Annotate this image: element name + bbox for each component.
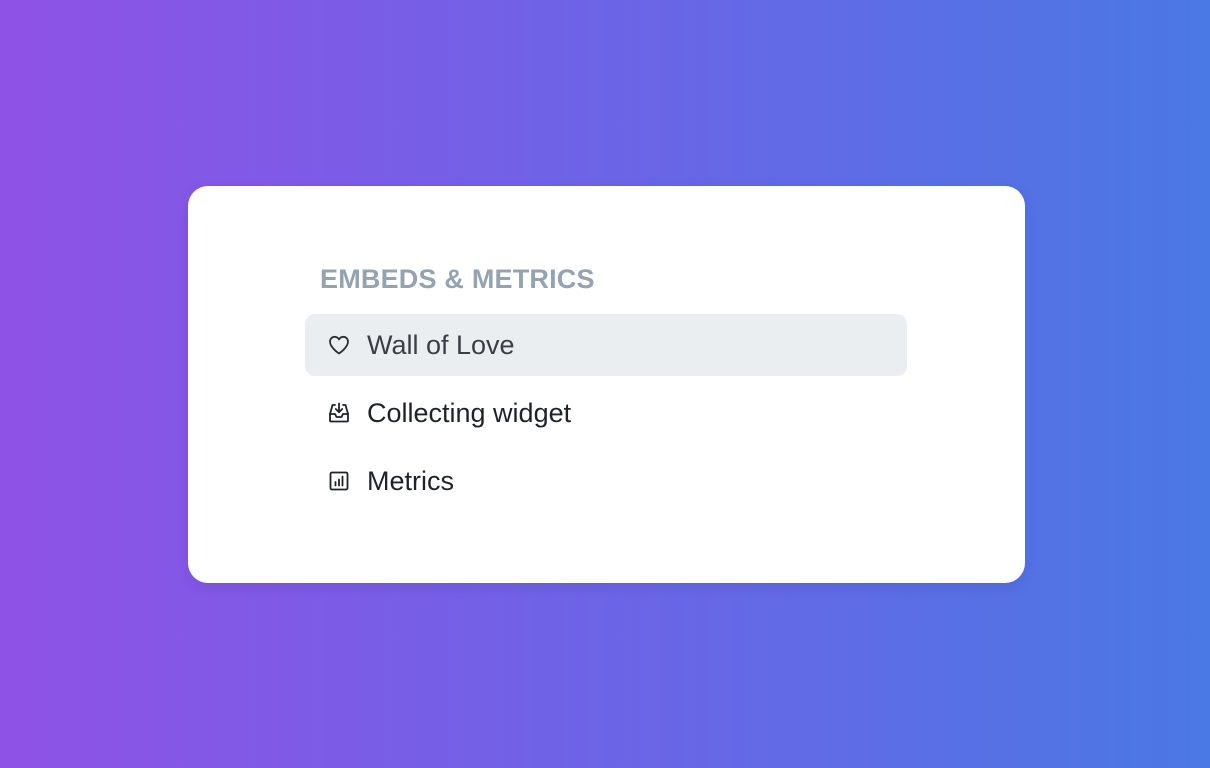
menu-item-label: Collecting widget <box>367 397 572 428</box>
section-title: EMBEDS & METRICS <box>320 264 595 294</box>
embeds-metrics-card: EMBEDS & METRICS Wall of Love Collecting… <box>188 186 1025 583</box>
heart-icon <box>327 333 351 357</box>
menu-item-label: Metrics <box>367 465 454 496</box>
menu-item-metrics[interactable]: Metrics <box>305 450 907 512</box>
bar-chart-icon <box>327 469 351 493</box>
menu-item-label: Wall of Love <box>367 329 515 360</box>
inbox-download-icon <box>327 401 351 425</box>
menu-item-wall-of-love[interactable]: Wall of Love <box>305 314 907 376</box>
menu-item-collecting-widget[interactable]: Collecting widget <box>305 382 907 444</box>
embeds-menu: Wall of Love Collecting widget Metrics <box>305 314 907 518</box>
